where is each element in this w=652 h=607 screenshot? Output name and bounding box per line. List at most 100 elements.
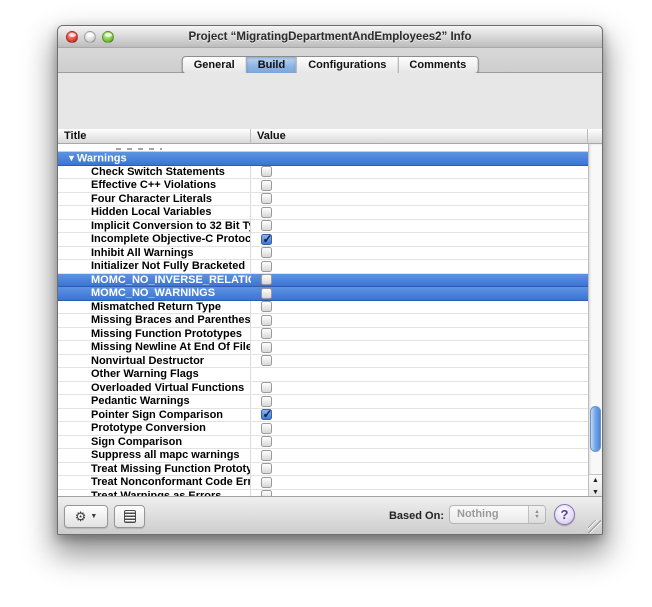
setting-checkbox[interactable] <box>261 234 272 245</box>
desktop-background: Project “MigratingDepartmentAndEmployees… <box>0 0 652 607</box>
setting-checkbox[interactable] <box>261 355 272 366</box>
tab-general[interactable]: General <box>183 57 247 73</box>
setting-title: Hidden Local Variables <box>91 206 211 218</box>
setting-checkbox[interactable] <box>261 423 272 434</box>
setting-checkbox[interactable] <box>261 396 272 407</box>
close-button[interactable] <box>66 31 78 43</box>
setting-title: Treat Missing Function Prototypes … <box>91 463 251 475</box>
tab-build[interactable]: Build <box>247 57 298 73</box>
scrollbar-arrows: ▲ ▼ <box>589 474 602 498</box>
setting-title: Pointer Sign Comparison <box>91 409 223 421</box>
setting-title: Initializer Not Fully Bracketed <box>91 260 245 272</box>
window-titlebar[interactable]: Project “MigratingDepartmentAndEmployees… <box>58 26 602 48</box>
setting-checkbox[interactable] <box>261 450 272 461</box>
zoom-button[interactable] <box>102 31 114 43</box>
table-header: Title Value <box>58 129 602 144</box>
footer-bar: ⚙ ▼ Based On: Nothing ▲▼ ? <box>58 496 602 534</box>
setting-checkbox[interactable] <box>261 261 272 272</box>
resize-grip[interactable] <box>588 520 601 533</box>
setting-row[interactable]: Pedantic Warnings <box>58 395 602 409</box>
tab-bar: General Build Configurations Comments <box>182 56 479 74</box>
setting-checkbox[interactable] <box>261 247 272 258</box>
setting-row[interactable]: Implicit Conversion to 32 Bit Type <box>58 220 602 234</box>
tab-comments[interactable]: Comments <box>398 57 477 73</box>
setting-row[interactable]: Sign Comparison <box>58 436 602 450</box>
setting-title: Four Character Literals <box>91 193 212 205</box>
setting-row[interactable]: MOMC_NO_INVERSE_RELATIONSHIP… <box>58 274 602 288</box>
setting-row[interactable]: Pointer Sign Comparison <box>58 409 602 423</box>
window-title: Project “MigratingDepartmentAndEmployees… <box>118 26 542 48</box>
filter-controls: Configuration: All Configurations ▲▼ ▾ A… <box>58 73 602 129</box>
setting-title: Other Warning Flags <box>91 368 199 380</box>
setting-checkbox[interactable] <box>261 463 272 474</box>
setting-title: Pedantic Warnings <box>91 395 190 407</box>
vertical-scrollbar[interactable]: ▲ ▼ <box>588 144 602 498</box>
setting-checkbox[interactable] <box>261 382 272 393</box>
setting-row[interactable]: MOMC_NO_WARNINGS <box>58 287 602 301</box>
scrollbar-thumb[interactable] <box>590 406 601 452</box>
based-on-label: Based On: <box>389 510 444 522</box>
setting-title: Missing Function Prototypes <box>91 328 242 340</box>
minimize-button[interactable] <box>84 31 96 43</box>
table-rows: ▼Warnings Check Switch Statements Effect… <box>58 144 602 498</box>
project-info-window: Project “MigratingDepartmentAndEmployees… <box>57 25 603 535</box>
setting-row[interactable]: Other Warning Flags <box>58 368 602 382</box>
tab-strip: General Build Configurations Comments <box>58 48 602 73</box>
setting-row[interactable]: Missing Function Prototypes <box>58 328 602 342</box>
setting-checkbox[interactable] <box>261 342 272 353</box>
setting-row[interactable]: Check Switch Statements <box>58 166 602 180</box>
setting-title: Effective C++ Violations <box>91 179 216 191</box>
setting-row[interactable]: Suppress all mapc warnings <box>58 449 602 463</box>
disclosure-triangle-icon[interactable]: ▼ <box>67 153 76 163</box>
clipped-row <box>58 144 602 152</box>
gear-icon: ⚙ <box>75 510 87 523</box>
setting-row[interactable]: Missing Newline At End Of File <box>58 341 602 355</box>
setting-row[interactable]: Overloaded Virtual Functions <box>58 382 602 396</box>
setting-row[interactable]: Treat Missing Function Prototypes … <box>58 463 602 477</box>
setting-checkbox[interactable] <box>261 274 272 285</box>
setting-checkbox[interactable] <box>261 220 272 231</box>
column-header-value[interactable]: Value <box>251 129 588 143</box>
setting-checkbox[interactable] <box>261 328 272 339</box>
setting-checkbox[interactable] <box>261 166 272 177</box>
setting-title: Sign Comparison <box>91 436 182 448</box>
setting-checkbox[interactable] <box>261 436 272 447</box>
setting-checkbox[interactable] <box>261 193 272 204</box>
setting-row[interactable]: Four Character Literals <box>58 193 602 207</box>
setting-row[interactable]: Treat Nonconformant Code Errors … <box>58 476 602 490</box>
setting-title: Warnings <box>77 153 127 165</box>
based-on-popup-value: Nothing <box>457 508 499 520</box>
column-header-title[interactable]: Title <box>58 129 251 143</box>
edit-settings-button[interactable] <box>114 505 145 528</box>
setting-checkbox[interactable] <box>261 207 272 218</box>
setting-row[interactable]: Missing Braces and Parentheses <box>58 314 602 328</box>
clipped-row-text <box>116 148 162 150</box>
setting-checkbox[interactable] <box>261 315 272 326</box>
setting-title: Incomplete Objective-C Protocols <box>91 233 251 245</box>
setting-row[interactable]: Hidden Local Variables <box>58 206 602 220</box>
setting-row[interactable]: Inhibit All Warnings <box>58 247 602 261</box>
setting-row[interactable]: Nonvirtual Destructor <box>58 355 602 369</box>
tab-configurations[interactable]: Configurations <box>297 57 398 73</box>
setting-title: Missing Braces and Parentheses <box>91 314 251 326</box>
setting-row[interactable]: Mismatched Return Type <box>58 301 602 315</box>
setting-row[interactable]: Prototype Conversion <box>58 422 602 436</box>
setting-title: Mismatched Return Type <box>91 301 221 313</box>
setting-title: MOMC_NO_INVERSE_RELATIONSHIP… <box>91 274 251 286</box>
group-row-warnings[interactable]: ▼Warnings <box>58 152 602 166</box>
setting-title: Implicit Conversion to 32 Bit Type <box>91 220 251 232</box>
setting-title: Missing Newline At End Of File <box>91 341 251 353</box>
scroll-up-arrow[interactable]: ▲ <box>589 475 602 487</box>
setting-checkbox[interactable] <box>261 301 272 312</box>
setting-row[interactable]: Initializer Not Fully Bracketed <box>58 260 602 274</box>
action-gear-button[interactable]: ⚙ ▼ <box>64 505 108 528</box>
setting-row[interactable]: Incomplete Objective-C Protocols <box>58 233 602 247</box>
setting-checkbox[interactable] <box>261 288 272 299</box>
setting-checkbox[interactable] <box>261 409 272 420</box>
help-button[interactable]: ? <box>554 504 575 525</box>
setting-checkbox[interactable] <box>261 180 272 191</box>
setting-checkbox[interactable] <box>261 477 272 488</box>
setting-title: Suppress all mapc warnings <box>91 449 240 461</box>
setting-row[interactable]: Effective C++ Violations <box>58 179 602 193</box>
setting-title: Overloaded Virtual Functions <box>91 382 244 394</box>
